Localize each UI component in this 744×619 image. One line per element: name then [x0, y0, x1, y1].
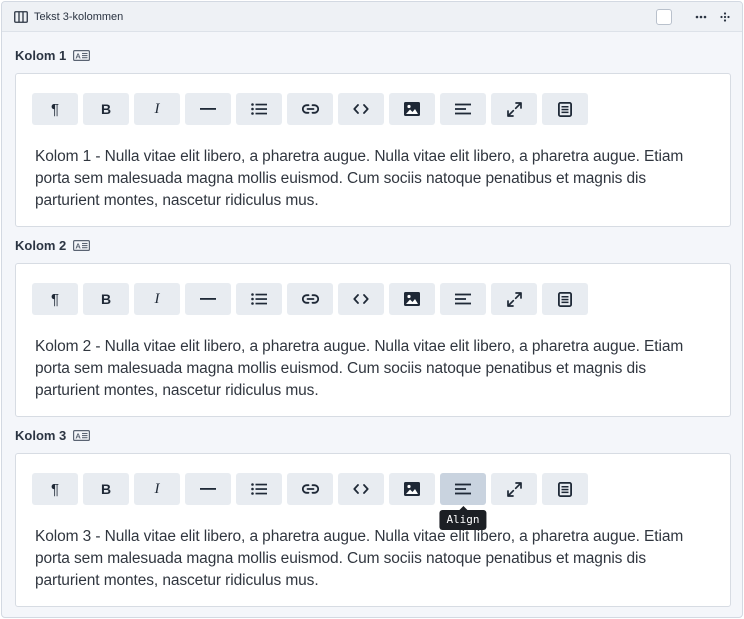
- link-button[interactable]: [287, 473, 333, 505]
- fullscreen-button[interactable]: [491, 473, 537, 505]
- bold-button[interactable]: B: [83, 93, 129, 125]
- rich-text-editor[interactable]: ¶ B I Kolom 2 - Nulla vitae elit libero, a…: [15, 263, 731, 417]
- fullscreen-icon: [506, 291, 522, 307]
- italic-icon: I: [154, 100, 160, 117]
- field-label-text: Kolom 1: [15, 47, 67, 63]
- image-icon: [404, 482, 420, 496]
- translatable-icon: A: [73, 49, 91, 61]
- editor-toolbar: ¶ B I: [32, 283, 593, 315]
- code-icon: [353, 484, 369, 494]
- bullet-list-button[interactable]: [236, 93, 282, 125]
- paragraph-icon: ¶: [50, 480, 60, 498]
- code-button[interactable]: [338, 283, 384, 315]
- field-kolom-3: Kolom 3 A ¶ B I Align Kolom 3 - Nulla vitae…: [15, 425, 731, 607]
- editor-content[interactable]: Kolom 3 - Nulla vitae elit libero, a pha…: [35, 526, 714, 592]
- align-left-icon: [455, 293, 471, 305]
- fullscreen-button[interactable]: [491, 283, 537, 315]
- paragraph-icon: ¶: [50, 290, 60, 308]
- translatable-icon: A: [73, 429, 91, 441]
- bullet-list-button[interactable]: [236, 473, 282, 505]
- link-button[interactable]: [287, 283, 333, 315]
- fullscreen-button[interactable]: [491, 93, 537, 125]
- bold-icon: B: [100, 101, 112, 117]
- editor-toolbar: ¶ B I Align: [32, 473, 593, 530]
- bold-icon: B: [100, 481, 112, 497]
- horizontal-rule-icon: [200, 488, 216, 490]
- italic-button[interactable]: I: [134, 283, 180, 315]
- field-kolom-2: Kolom 2 A ¶ B I Kolom 2 - Nulla vitae elit…: [15, 235, 731, 417]
- field-kolom-1: Kolom 1 A ¶ B I Kolom 1 - Nulla vitae elit…: [15, 45, 731, 227]
- drag-handle-icon[interactable]: [718, 10, 732, 24]
- image-button[interactable]: [389, 283, 435, 315]
- italic-icon: I: [154, 480, 160, 497]
- blocks-icon: [558, 101, 572, 117]
- field-label-text: Kolom 2: [15, 237, 67, 253]
- editor-content[interactable]: Kolom 1 - Nulla vitae elit libero, a pha…: [35, 146, 714, 212]
- field-label: Kolom 2 A: [15, 235, 731, 255]
- horizontal-rule-icon: [200, 298, 216, 300]
- bullet-list-button[interactable]: [236, 283, 282, 315]
- align-button[interactable]: Align: [439, 473, 487, 530]
- horizontal-rule-button[interactable]: [185, 93, 231, 125]
- block-title: Tekst 3-kolommen: [34, 10, 124, 23]
- columns-icon: [14, 10, 28, 23]
- horizontal-rule-icon: [200, 108, 216, 110]
- link-icon: [301, 484, 319, 494]
- block-select-checkbox[interactable]: [656, 8, 672, 25]
- align-left-icon: [455, 483, 471, 495]
- bold-button[interactable]: B: [83, 283, 129, 315]
- field-label: Kolom 1 A: [15, 45, 731, 65]
- paragraph-button[interactable]: ¶: [32, 473, 78, 505]
- image-button[interactable]: [389, 93, 435, 125]
- bold-icon: B: [100, 291, 112, 307]
- horizontal-rule-button[interactable]: [185, 473, 231, 505]
- tooltip: Align: [439, 506, 487, 530]
- italic-icon: I: [154, 290, 160, 307]
- field-label: Kolom 3 A: [15, 425, 731, 445]
- svg-text:A: A: [76, 431, 82, 440]
- code-button[interactable]: [338, 93, 384, 125]
- align-button[interactable]: [440, 93, 486, 125]
- code-icon: [353, 294, 369, 304]
- more-icon[interactable]: [694, 10, 708, 24]
- paragraph-button[interactable]: ¶: [32, 93, 78, 125]
- editor-toolbar: ¶ B I: [32, 93, 593, 125]
- align-button[interactable]: [440, 283, 486, 315]
- horizontal-rule-button[interactable]: [185, 283, 231, 315]
- editor-content[interactable]: Kolom 2 - Nulla vitae elit libero, a pha…: [35, 336, 714, 402]
- image-icon: [404, 102, 420, 116]
- code-button[interactable]: [338, 473, 384, 505]
- align-left-icon: [455, 103, 471, 115]
- italic-button[interactable]: I: [134, 93, 180, 125]
- fullscreen-icon: [506, 481, 522, 497]
- image-button[interactable]: [389, 473, 435, 505]
- paragraph-button[interactable]: ¶: [32, 283, 78, 315]
- rich-text-editor[interactable]: ¶ B I Align Kolom 3 - Nulla vitae elit libe…: [15, 453, 731, 607]
- image-icon: [404, 292, 420, 306]
- svg-text:A: A: [76, 51, 82, 60]
- svg-text:A: A: [76, 241, 82, 250]
- bullet-list-icon: [251, 483, 267, 495]
- bullet-list-icon: [251, 103, 267, 115]
- italic-button[interactable]: I: [134, 473, 180, 505]
- blocks-icon: [558, 291, 572, 307]
- bullet-list-icon: [251, 293, 267, 305]
- fullscreen-icon: [506, 101, 522, 117]
- block-header: Tekst 3-kolommen: [2, 2, 742, 32]
- text-3-columns-block: Tekst 3-kolommen Kolom 1 A ¶ B I Kolom 1 -…: [1, 1, 743, 618]
- blocks-button[interactable]: [542, 283, 588, 315]
- field-label-text: Kolom 3: [15, 427, 67, 443]
- paragraph-icon: ¶: [50, 100, 60, 118]
- code-icon: [353, 104, 369, 114]
- blocks-button[interactable]: [542, 93, 588, 125]
- rich-text-editor[interactable]: ¶ B I Kolom 1 - Nulla vitae elit libero, a…: [15, 73, 731, 227]
- blocks-icon: [558, 481, 572, 497]
- link-button[interactable]: [287, 93, 333, 125]
- bold-button[interactable]: B: [83, 473, 129, 505]
- translatable-icon: A: [73, 239, 91, 251]
- blocks-button[interactable]: [542, 473, 588, 505]
- link-icon: [301, 294, 319, 304]
- link-icon: [301, 104, 319, 114]
